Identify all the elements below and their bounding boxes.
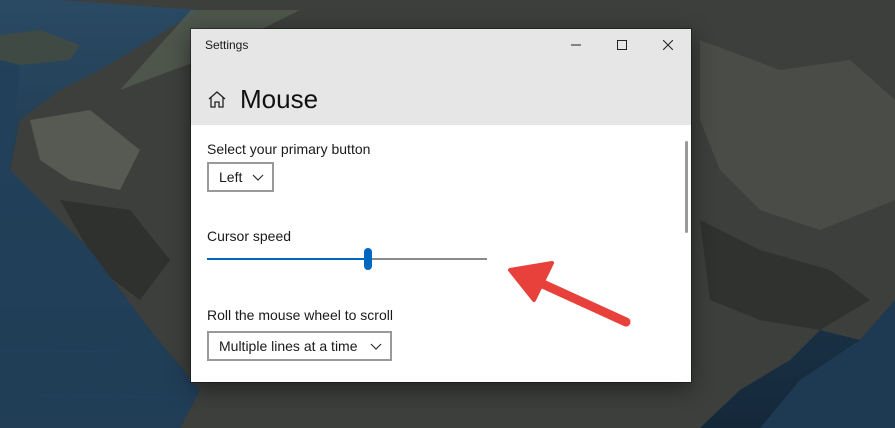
slider-fill xyxy=(207,258,368,260)
close-icon xyxy=(663,40,673,50)
cursor-speed-slider[interactable] xyxy=(207,248,487,270)
close-button[interactable] xyxy=(645,29,691,61)
scroll-wheel-label: Roll the mouse wheel to scroll xyxy=(207,307,393,323)
app-title: Settings xyxy=(205,38,249,52)
primary-button-value: Left xyxy=(219,169,243,185)
scroll-wheel-value: Multiple lines at a time xyxy=(219,338,358,354)
settings-content: Select your primary button Left Cursor s… xyxy=(191,125,691,382)
title-bar[interactable]: Settings xyxy=(191,29,691,61)
home-icon[interactable] xyxy=(206,89,228,111)
primary-button-dropdown[interactable]: Left xyxy=(207,162,274,192)
maximize-button[interactable] xyxy=(599,29,645,61)
scroll-wheel-dropdown[interactable]: Multiple lines at a time xyxy=(207,331,392,361)
cursor-speed-label: Cursor speed xyxy=(207,228,292,244)
maximize-icon xyxy=(617,40,627,50)
scrollbar[interactable] xyxy=(685,141,688,233)
minimize-button[interactable] xyxy=(553,29,599,61)
primary-button-label: Select your primary button xyxy=(207,141,371,157)
chevron-down-icon xyxy=(370,343,382,350)
annotation-arrow-icon xyxy=(508,261,631,327)
page-title: Mouse xyxy=(240,84,319,114)
chevron-down-icon xyxy=(252,174,264,181)
minimize-icon xyxy=(571,44,581,46)
page-header: Mouse xyxy=(191,61,691,125)
slider-thumb[interactable] xyxy=(364,248,372,270)
